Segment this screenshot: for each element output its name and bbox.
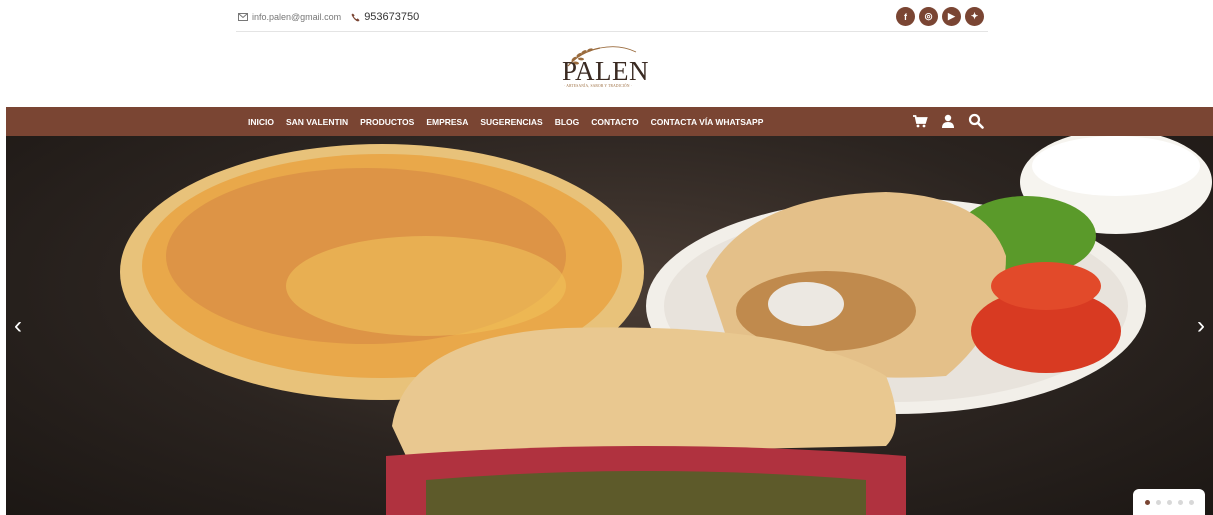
nav-item-san-valentin[interactable]: SAN VALENTIN	[280, 117, 354, 127]
hero-slider: ‹ ›	[6, 136, 1213, 515]
phone-text: 953673750	[364, 11, 420, 23]
contact-info: info.palen@gmail.com 953673750	[238, 11, 419, 23]
facebook-icon[interactable]: f	[896, 7, 915, 26]
slider-dots	[1133, 489, 1205, 515]
mail-icon	[238, 13, 248, 21]
phone-icon	[351, 12, 360, 22]
main-nav: INICIO SAN VALENTIN PRODUCTOS EMPRESA SU…	[6, 107, 1213, 136]
email-link[interactable]: info.palen@gmail.com	[238, 12, 341, 22]
instagram-icon[interactable]: ◎	[919, 7, 938, 26]
slide-dot[interactable]	[1144, 499, 1150, 505]
nav-icons	[912, 113, 984, 129]
user-icon[interactable]	[940, 113, 956, 129]
nav-links: INICIO SAN VALENTIN PRODUCTOS EMPRESA SU…	[242, 107, 769, 136]
phone-link[interactable]: 953673750	[351, 11, 419, 23]
search-icon[interactable]	[968, 113, 984, 129]
slide-dot[interactable]	[1177, 499, 1183, 505]
nav-item-sugerencias[interactable]: SUGERENCIAS	[474, 117, 548, 127]
food-photo	[120, 136, 1212, 515]
site-logo[interactable]: PALEN · ARTESANÍA, SABOR Y TRADICIÓN ·	[560, 42, 656, 94]
top-bar-inner: info.palen@gmail.com 953673750 f ◎ ▶ ✦	[236, 0, 988, 32]
next-slide-arrow[interactable]: ›	[1197, 312, 1205, 340]
nav-item-blog[interactable]: BLOG	[549, 117, 586, 127]
twitter-icon[interactable]: ✦	[965, 7, 984, 26]
top-bar: info.palen@gmail.com 953673750 f ◎ ▶ ✦	[0, 0, 1213, 36]
slide-dot[interactable]	[1188, 499, 1194, 505]
nav-item-whatsapp[interactable]: CONTACTA VÍA WHATSAPP	[645, 117, 770, 127]
youtube-icon[interactable]: ▶	[942, 7, 961, 26]
nav-item-productos[interactable]: PRODUCTOS	[354, 117, 420, 127]
slide-dot[interactable]	[1166, 499, 1172, 505]
nav-item-contacto[interactable]: CONTACTO	[585, 117, 644, 127]
nav-item-inicio[interactable]: INICIO	[242, 117, 280, 127]
social-links: f ◎ ▶ ✦	[896, 7, 984, 26]
prev-slide-arrow[interactable]: ‹	[14, 312, 22, 340]
nav-item-empresa[interactable]: EMPRESA	[420, 117, 474, 127]
cart-icon[interactable]	[912, 113, 928, 129]
slide-dot[interactable]	[1155, 499, 1161, 505]
logo-name: PALEN	[562, 56, 650, 86]
email-text: info.palen@gmail.com	[252, 12, 342, 22]
logo-tagline: · ARTESANÍA, SABOR Y TRADICIÓN ·	[564, 84, 633, 88]
